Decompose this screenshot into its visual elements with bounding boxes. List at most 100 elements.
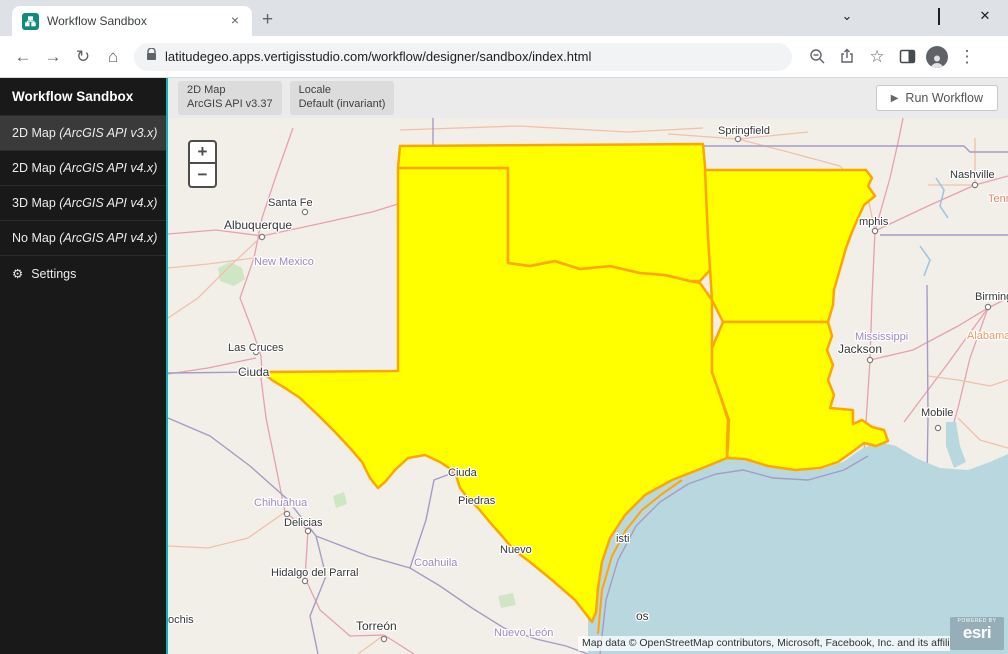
map-label: Tenne: [988, 193, 1008, 205]
reload-icon[interactable]: ↻: [68, 42, 98, 72]
forest-area: [333, 492, 347, 508]
map-label: Alabama: [967, 330, 1008, 342]
road-line: [357, 634, 385, 654]
mobile-bay-water: [946, 422, 966, 468]
city-dot: [934, 424, 942, 432]
browser-window: Workflow Sandbox × + ⌄ ✕ ← → ↻ ⌂ latitud…: [0, 0, 1008, 654]
browser-tab[interactable]: Workflow Sandbox ×: [12, 6, 252, 36]
city-dot: [871, 227, 879, 235]
side-panel-icon[interactable]: [892, 42, 922, 72]
sidebar-title: Workflow Sandbox: [0, 78, 166, 116]
city-dot: [734, 135, 742, 143]
esri-logo-text: esri: [962, 623, 992, 642]
window-controls: ⌄ ✕: [824, 0, 1008, 32]
road-line: [957, 417, 1008, 449]
highlight-arkansas: [703, 168, 877, 324]
sidebar-item-2d-map-v3[interactable]: 2D Map (ArcGIS API v3.x): [0, 116, 166, 151]
map-label: Coahuila: [414, 557, 458, 569]
esri-logo: POWERED BY esri: [950, 617, 1004, 650]
sidebar-item-2d-map-v4[interactable]: 2D Map (ArcGIS API v4.x): [0, 151, 166, 186]
map-attribution: Map data © OpenStreetMap contributors, M…: [578, 636, 950, 651]
city-dot: [380, 635, 388, 643]
browser-navbar: ← → ↻ ⌂ latitudegeo.apps.vertigisstudio.…: [0, 36, 1008, 78]
play-icon: ▶: [890, 92, 899, 104]
map-label: Hidalgo del Parral: [271, 567, 358, 579]
city-dot: [984, 303, 992, 311]
menu-kebab-icon[interactable]: ⋮: [952, 42, 982, 72]
map-label: Jackson: [838, 342, 882, 356]
map-type-chip[interactable]: 2D Map ArcGIS API v3.37: [178, 81, 282, 115]
map-label: Delicias: [284, 517, 323, 529]
map-label: mphis: [859, 216, 889, 228]
map-label: Las Cruces: [228, 342, 284, 354]
road-line: [383, 634, 415, 654]
city-dot: [971, 181, 979, 189]
url-text[interactable]: latitudegeo.apps.vertigisstudio.com/work…: [165, 49, 591, 64]
map-label: Ciuda: [448, 467, 478, 479]
maximize-button[interactable]: [916, 7, 962, 25]
navbar-actions: ☆ ⋮: [802, 42, 982, 72]
map-label: Chihuahua: [254, 497, 308, 509]
sandbox-toolbar: 2D Map ArcGIS API v3.37 Locale Default (…: [168, 78, 1008, 118]
map-zoom-control: + −: [188, 140, 217, 188]
sidebar: Workflow Sandbox 2D Map (ArcGIS API v3.x…: [0, 78, 168, 654]
tab-search-icon[interactable]: ⌄: [824, 8, 870, 24]
sidebar-item-3d-map-v4[interactable]: 3D Map (ArcGIS API v4.x): [0, 186, 166, 221]
road-line: [260, 371, 286, 513]
map-label: isti: [616, 533, 629, 545]
close-button[interactable]: ✕: [962, 8, 1008, 24]
road-line: [737, 138, 841, 167]
app-content: Workflow Sandbox 2D Map (ArcGIS API v3.x…: [0, 78, 1008, 654]
map-label: Santa Fe: [268, 197, 313, 209]
zoom-in-button[interactable]: +: [190, 142, 215, 164]
sidebar-item-no-map-v4[interactable]: No Map (ArcGIS API v4.x): [0, 221, 166, 256]
map-label: Piedras: [458, 495, 496, 507]
city-dot: [301, 208, 309, 216]
map-label: os: [636, 609, 649, 623]
gear-icon: ⚙: [12, 267, 24, 281]
forward-icon[interactable]: →: [38, 42, 68, 72]
map-svg[interactable]: Springfield Nashville Tenne mphis Birmingham…: [168, 118, 1008, 654]
map-canvas[interactable]: Springfield Nashville Tenne mphis Birmingham…: [168, 118, 1008, 654]
admin-border-line: [409, 471, 456, 569]
city-dot: [866, 356, 874, 364]
zoom-out-page-icon[interactable]: [802, 42, 832, 72]
workflow-favicon-icon: [22, 12, 39, 30]
share-icon[interactable]: [832, 42, 862, 72]
new-tab-button[interactable]: +: [262, 9, 273, 31]
map-label: Nashville: [950, 169, 995, 181]
home-icon[interactable]: ⌂: [98, 42, 128, 72]
zoom-out-button[interactable]: −: [190, 164, 215, 186]
road-line: [927, 375, 1008, 387]
browser-titlebar: Workflow Sandbox × + ⌄ ✕: [0, 0, 1008, 36]
map-label: ochis: [168, 614, 194, 626]
sidebar-item-settings[interactable]: ⚙ Settings: [0, 256, 166, 291]
map-label: Springfield: [718, 125, 770, 137]
profile-avatar[interactable]: [922, 42, 952, 72]
map-label: Albuquerque: [224, 218, 292, 232]
back-icon[interactable]: ←: [8, 42, 38, 72]
main-panel: 2D Map ArcGIS API v3.37 Locale Default (…: [168, 78, 1008, 654]
bookmark-star-icon[interactable]: ☆: [862, 42, 892, 72]
padlock-icon[interactable]: [146, 46, 157, 66]
map-label: Mobile: [921, 407, 953, 419]
road-line: [874, 118, 904, 232]
tab-close-icon[interactable]: ×: [226, 12, 244, 30]
map-label: Birmingham: [975, 291, 1008, 303]
road-line: [903, 307, 989, 423]
city-dot: [258, 233, 266, 241]
address-bar[interactable]: latitudegeo.apps.vertigisstudio.com/work…: [134, 42, 792, 71]
map-label: Ciuda: [238, 365, 270, 379]
road-line: [168, 511, 286, 549]
map-label: Nuevo León: [494, 627, 553, 639]
run-workflow-button[interactable]: ▶ Run Workflow: [875, 85, 998, 111]
tab-title: Workflow Sandbox: [47, 14, 147, 28]
city-dot: [283, 510, 291, 518]
settings-label: Settings: [31, 266, 77, 281]
city-dot: [301, 577, 309, 585]
map-label: Nuevo: [500, 544, 532, 556]
road-line: [399, 125, 704, 133]
locale-chip[interactable]: Locale Default (invariant): [289, 81, 395, 115]
road-line: [168, 257, 255, 269]
map-label: New Mexico: [254, 256, 314, 268]
